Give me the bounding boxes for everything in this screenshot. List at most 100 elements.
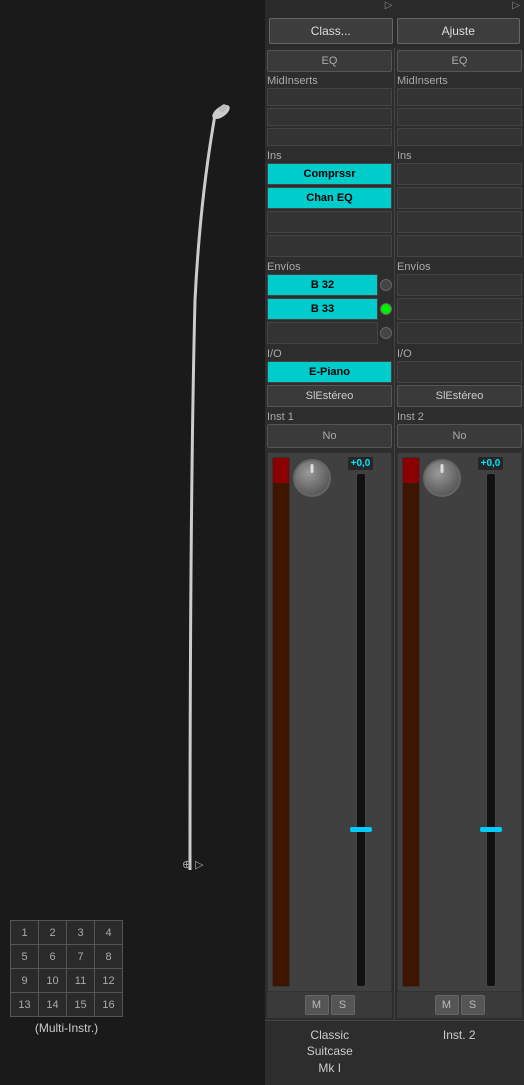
io-output-inst2[interactable]: SlEstéreo bbox=[397, 385, 522, 407]
fader-strip-classic-suitcase: +0,0 bbox=[334, 457, 387, 987]
knob-inst2[interactable] bbox=[423, 459, 461, 497]
grid-cell[interactable]: 14 bbox=[39, 993, 67, 1017]
no-btn-inst2[interactable]: No bbox=[397, 424, 522, 448]
ms-btn-m-classic-suitcase[interactable]: M bbox=[305, 995, 329, 1015]
inst-label-classic-suitcase: Inst 1 bbox=[267, 411, 392, 423]
grid-cell[interactable]: 3 bbox=[67, 921, 95, 945]
midinsert-slot-inst2-1[interactable] bbox=[397, 108, 522, 126]
grid-cell[interactable]: 13 bbox=[11, 993, 39, 1017]
instrument-grid[interactable]: 12345678910111213141516 bbox=[10, 920, 123, 1017]
grid-cell[interactable]: 15 bbox=[67, 993, 95, 1017]
midinsert-slot-inst2-2[interactable] bbox=[397, 128, 522, 146]
envios-row-inst2-0 bbox=[397, 274, 522, 296]
fader-value-inst2: +0,0 bbox=[478, 457, 504, 470]
no-btn-classic-suitcase[interactable]: No bbox=[267, 424, 392, 448]
midinserts-label-classic-suitcase: MidInserts bbox=[267, 75, 392, 87]
knob-classic-suitcase[interactable] bbox=[293, 459, 331, 497]
svg-text:⊕: ⊕ bbox=[182, 859, 191, 870]
bottom-label-inst2: Inst. 2 bbox=[395, 1021, 524, 1085]
envios-row-classic-suitcase-2 bbox=[267, 322, 392, 344]
arrow-right-ch1: ▷ bbox=[269, 0, 393, 16]
channel-col-inst2: EQMidInsertsInsEnvíosI/OSlEstéreoInst 2N… bbox=[395, 48, 524, 1020]
envios-row-inst2-2 bbox=[397, 322, 522, 344]
fader-area-inst2: +0,0 bbox=[397, 452, 522, 992]
ins-slot-inst2-2[interactable] bbox=[397, 211, 522, 233]
eq-btn-inst2[interactable]: EQ bbox=[397, 50, 522, 72]
ms-btn-s-classic-suitcase[interactable]: S bbox=[331, 995, 355, 1015]
grid-cell[interactable]: 6 bbox=[39, 945, 67, 969]
envios-indicator-classic-suitcase-1 bbox=[380, 303, 392, 315]
ins-slot-inst2-0[interactable] bbox=[397, 163, 522, 185]
svg-text:▷: ▷ bbox=[195, 859, 204, 870]
grid-cell[interactable]: 7 bbox=[67, 945, 95, 969]
midinsert-slot-classic-suitcase-1[interactable] bbox=[267, 108, 392, 126]
channel-bottom-labels: Classic Suitcase Mk IInst. 2 bbox=[265, 1020, 524, 1085]
fader-thumb-inst2[interactable] bbox=[480, 827, 502, 832]
envios-indicator-classic-suitcase-0 bbox=[380, 279, 392, 291]
envios-label-inst2: Envíos bbox=[397, 261, 522, 273]
channels-area: EQMidInsertsInsComprssrChan EQEnvíosB 32… bbox=[265, 48, 524, 1020]
main-container: ⊕ ▷ 12345678910111213141516 (Multi-Instr… bbox=[0, 0, 524, 1085]
channel-name-row: Class...Ajuste bbox=[265, 16, 524, 48]
ms-btn-s-inst2[interactable]: S bbox=[461, 995, 485, 1015]
io-output-classic-suitcase[interactable]: SlEstéreo bbox=[267, 385, 392, 407]
midinsert-slot-classic-suitcase-2[interactable] bbox=[267, 128, 392, 146]
cable-svg: ⊕ ▷ bbox=[0, 0, 265, 870]
volume-meter-classic-suitcase bbox=[272, 457, 290, 987]
multi-instr-label: (Multi-Instr.) bbox=[35, 1021, 98, 1035]
eq-btn-classic-suitcase[interactable]: EQ bbox=[267, 50, 392, 72]
envios-row-classic-suitcase-0: B 32 bbox=[267, 274, 392, 296]
envios-row-inst2-1 bbox=[397, 298, 522, 320]
grid-cell[interactable]: 2 bbox=[39, 921, 67, 945]
envios-slot-inst2-1[interactable] bbox=[397, 298, 522, 320]
io-input-inst2[interactable] bbox=[397, 361, 522, 383]
ms-buttons-classic-suitcase: MS bbox=[267, 992, 392, 1018]
ins-slot-inst2-3[interactable] bbox=[397, 235, 522, 257]
midinsert-slot-classic-suitcase-0[interactable] bbox=[267, 88, 392, 106]
envios-slot-inst2-2[interactable] bbox=[397, 322, 522, 344]
ch-name-btn-inst2[interactable]: Ajuste bbox=[397, 18, 521, 44]
midinsert-slot-inst2-0[interactable] bbox=[397, 88, 522, 106]
grid-cell[interactable]: 8 bbox=[95, 945, 123, 969]
left-panel: ⊕ ▷ 12345678910111213141516 (Multi-Instr… bbox=[0, 0, 265, 1085]
envios-slot-classic-suitcase-0[interactable]: B 32 bbox=[267, 274, 378, 296]
grid-cell[interactable]: 11 bbox=[67, 969, 95, 993]
arrow-right-ch2: ▷ bbox=[397, 0, 521, 16]
fader-rail-inst2[interactable] bbox=[486, 473, 496, 987]
right-panel: ▷▷Class...AjusteEQMidInsertsInsComprssrC… bbox=[265, 0, 524, 1085]
fader-rail-classic-suitcase[interactable] bbox=[356, 473, 366, 987]
ms-btn-m-inst2[interactable]: M bbox=[435, 995, 459, 1015]
grid-cell[interactable]: 1 bbox=[11, 921, 39, 945]
ins-slot-inst2-1[interactable] bbox=[397, 187, 522, 209]
grid-cell[interactable]: 16 bbox=[95, 993, 123, 1017]
midinserts-label-inst2: MidInserts bbox=[397, 75, 522, 87]
grid-cell[interactable]: 12 bbox=[95, 969, 123, 993]
ins-label-inst2: Ins bbox=[397, 150, 522, 162]
envios-slot-inst2-0[interactable] bbox=[397, 274, 522, 296]
io-label-classic-suitcase: I/O bbox=[267, 348, 392, 360]
knob-wrap-inst2 bbox=[423, 457, 461, 987]
fader-thumb-classic-suitcase[interactable] bbox=[350, 827, 372, 832]
ins-slot-classic-suitcase-3[interactable] bbox=[267, 235, 392, 257]
envios-slot-classic-suitcase-2[interactable] bbox=[267, 322, 378, 344]
io-input-classic-suitcase[interactable]: E-Piano bbox=[267, 361, 392, 383]
grid-cell[interactable]: 10 bbox=[39, 969, 67, 993]
envios-slot-classic-suitcase-1[interactable]: B 33 bbox=[267, 298, 378, 320]
grid-cell[interactable]: 4 bbox=[95, 921, 123, 945]
channel-col-classic-suitcase: EQMidInsertsInsComprssrChan EQEnvíosB 32… bbox=[265, 48, 395, 1020]
ins-slot-classic-suitcase-0[interactable]: Comprssr bbox=[267, 163, 392, 185]
inst-label-inst2: Inst 2 bbox=[397, 411, 522, 423]
fader-strip-inst2: +0,0 bbox=[464, 457, 517, 987]
ins-slot-classic-suitcase-1[interactable]: Chan EQ bbox=[267, 187, 392, 209]
arrow-row: ▷▷ bbox=[265, 0, 524, 16]
multi-instr-container: 12345678910111213141516 (Multi-Instr.) bbox=[10, 920, 123, 1035]
ins-slot-classic-suitcase-2[interactable] bbox=[267, 211, 392, 233]
grid-cell[interactable]: 9 bbox=[11, 969, 39, 993]
fader-value-classic-suitcase: +0,0 bbox=[348, 457, 374, 470]
knob-wrap-classic-suitcase bbox=[293, 457, 331, 987]
bottom-label-classic-suitcase: Classic Suitcase Mk I bbox=[265, 1021, 395, 1085]
grid-cell[interactable]: 5 bbox=[11, 945, 39, 969]
envios-label-classic-suitcase: Envíos bbox=[267, 261, 392, 273]
ch-name-btn-classic-suitcase[interactable]: Class... bbox=[269, 18, 393, 44]
envios-indicator-classic-suitcase-2 bbox=[380, 327, 392, 339]
